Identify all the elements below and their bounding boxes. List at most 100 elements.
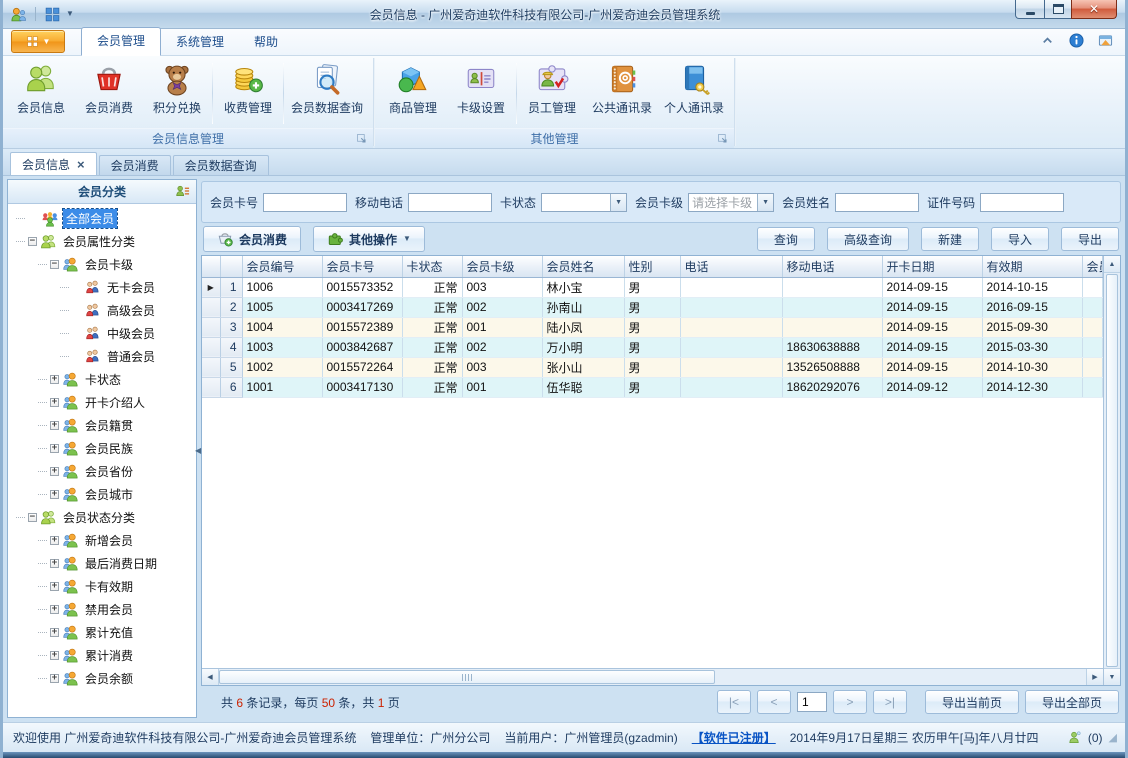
expander-plus-icon[interactable]: + [50, 582, 59, 591]
ribbon-item[interactable]: 商品管理 [379, 59, 447, 128]
tree-item[interactable]: 全部会员 [8, 207, 196, 230]
table-row[interactable]: 3 1004 0015572389 正常 001 陆小凤男 2014-09-15 2015-0… [202, 317, 1103, 338]
license-link[interactable]: 【软件已注册】 [692, 729, 776, 746]
tree-item[interactable]: + 卡有效期 [8, 575, 196, 598]
expander-plus-icon[interactable]: + [50, 467, 59, 476]
expander-minus-icon[interactable]: − [28, 513, 37, 522]
table-row[interactable]: ▶ 1 1006 0015573352 正常 003 林小宝男 2014-09-15 2014-… [202, 277, 1103, 298]
filter-select[interactable]: 请选择卡级 ▼ [688, 192, 775, 212]
tree-item[interactable]: 无卡会员 [8, 276, 196, 299]
app-logo-icon[interactable] [10, 6, 27, 23]
ribbon-item[interactable]: 员工管理 [518, 59, 586, 128]
chevron-down-icon[interactable]: ▼ [757, 193, 774, 211]
column-header[interactable]: 电话 [680, 256, 783, 278]
tree-item[interactable]: + 新增会员 [8, 529, 196, 552]
tree-item[interactable]: + 会员省份 [8, 460, 196, 483]
scrollbar-thumb[interactable] [1106, 274, 1118, 667]
member-category-icon[interactable] [175, 184, 190, 199]
filter-select[interactable]: ▼ [541, 192, 628, 212]
info-icon[interactable] [1069, 33, 1084, 48]
scrollbar-thumb[interactable] [219, 670, 715, 684]
expander-minus-icon[interactable]: − [50, 260, 59, 269]
minimize-button[interactable] [1015, 0, 1045, 19]
column-header[interactable]: 会员姓名 [542, 256, 625, 278]
horizontal-scrollbar[interactable]: ◀ ▶ [202, 668, 1103, 685]
ribbon-item[interactable]: 积分兑换 [143, 59, 211, 128]
column-header[interactable]: 性别 [624, 256, 681, 278]
tree-item[interactable]: + 会员籍贯 [8, 414, 196, 437]
column-header[interactable]: 会员卡号 [322, 256, 403, 278]
online-user-icon[interactable] [1067, 730, 1082, 745]
ribbon-tab[interactable]: 帮助 [239, 29, 293, 55]
tree-item[interactable]: + 累计充值 [8, 621, 196, 644]
ribbon-item[interactable]: 公共通讯录 [586, 59, 658, 128]
maximize-button[interactable] [1044, 0, 1072, 19]
expander-plus-icon[interactable]: + [50, 674, 59, 683]
application-menu-button[interactable]: ▼ [11, 30, 65, 53]
expander-plus-icon[interactable]: + [50, 398, 59, 407]
column-header[interactable]: 会员 [1082, 256, 1103, 278]
close-button[interactable]: ✕ [1071, 0, 1117, 19]
ribbon-item[interactable]: 收费管理 [214, 59, 282, 128]
scroll-down-icon[interactable]: ▼ [1104, 668, 1120, 685]
document-tab[interactable]: 会员消费 [98, 155, 171, 175]
document-tab[interactable]: 会员数据查询 [172, 155, 269, 175]
scroll-up-icon[interactable]: ▲ [1104, 256, 1120, 273]
next-page-button[interactable]: > [832, 690, 867, 714]
chevron-down-icon[interactable]: ▼ [66, 10, 74, 18]
toolbar-button[interactable]: 会员消费 [203, 226, 302, 252]
splitter-collapse-icon[interactable]: ◀ [195, 446, 201, 455]
collapse-ribbon-icon[interactable] [1040, 33, 1055, 48]
toolbar-button[interactable]: 查询 [756, 227, 815, 251]
tree-item[interactable]: − 会员卡级 [8, 253, 196, 276]
expander-plus-icon[interactable]: + [50, 651, 59, 660]
column-header[interactable]: 会员编号 [242, 256, 323, 278]
tree-item[interactable]: 普通会员 [8, 345, 196, 368]
column-header[interactable]: 开卡日期 [882, 256, 983, 278]
dialog-launcher-icon[interactable] [356, 133, 368, 145]
ribbon-item[interactable]: 会员数据查询 [285, 59, 369, 128]
document-tab[interactable]: 会员信息 × [10, 152, 97, 175]
ribbon-item[interactable]: 会员信息 [7, 59, 75, 128]
tree-item[interactable]: + 开卡介绍人 [8, 391, 196, 414]
toolbar-button[interactable]: 导出 [1060, 227, 1119, 251]
expander-plus-icon[interactable]: + [50, 375, 59, 384]
ribbon-tab[interactable]: 会员管理 [81, 27, 162, 56]
table-row[interactable]: 5 1002 0015572264 正常 003 张小山男 13526508888 2014-… [202, 357, 1103, 378]
vertical-scrollbar[interactable]: ▲ ▼ [1103, 256, 1120, 685]
toolbar-button[interactable]: 其他操作 ▼ [313, 226, 425, 252]
table-row[interactable]: 4 1003 0003842687 正常 002 万小明男 18630638888 2014-… [202, 337, 1103, 358]
previous-page-button[interactable]: < [756, 690, 791, 714]
page-number-input[interactable] [796, 692, 827, 712]
ribbon-item[interactable]: 卡级设置 [447, 59, 515, 128]
tree-item[interactable]: + 累计消费 [8, 644, 196, 667]
filter-input[interactable] [835, 192, 920, 212]
last-page-button[interactable]: >| [872, 690, 907, 714]
column-header[interactable]: 有效期 [982, 256, 1083, 278]
table-row[interactable]: 6 1001 0003417130 正常 001 伍华聪男 18620292076 2014-… [202, 377, 1103, 398]
toolbar-button[interactable]: 高级查询 [826, 227, 909, 251]
expander-plus-icon[interactable]: + [50, 536, 59, 545]
toolbar-button[interactable]: 新建 [920, 227, 979, 251]
chevron-down-icon[interactable]: ▼ [610, 193, 627, 211]
expander-plus-icon[interactable]: + [50, 628, 59, 637]
tree-item[interactable]: + 禁用会员 [8, 598, 196, 621]
column-header[interactable]: 会员卡级 [462, 256, 543, 278]
tree-item[interactable]: + 会员民族 [8, 437, 196, 460]
tree-item[interactable]: 中级会员 [8, 322, 196, 345]
tree-item[interactable]: − 会员属性分类 [8, 230, 196, 253]
window-list-icon[interactable] [44, 6, 61, 23]
expander-plus-icon[interactable]: + [50, 605, 59, 614]
filter-input[interactable] [408, 192, 493, 212]
expander-plus-icon[interactable]: + [50, 559, 59, 568]
skin-style-icon[interactable] [1098, 33, 1113, 48]
dialog-launcher-icon[interactable] [717, 133, 729, 145]
tree-item[interactable]: + 最后消费日期 [8, 552, 196, 575]
export-current-page-button[interactable]: 导出当前页 [924, 690, 1019, 714]
toolbar-button[interactable]: 导入 [990, 227, 1049, 251]
filter-input[interactable] [980, 192, 1065, 212]
expander-plus-icon[interactable]: + [50, 444, 59, 453]
first-page-button[interactable]: |< [716, 690, 751, 714]
scroll-right-icon[interactable]: ▶ [1086, 669, 1103, 685]
tree-item[interactable]: 高级会员 [8, 299, 196, 322]
